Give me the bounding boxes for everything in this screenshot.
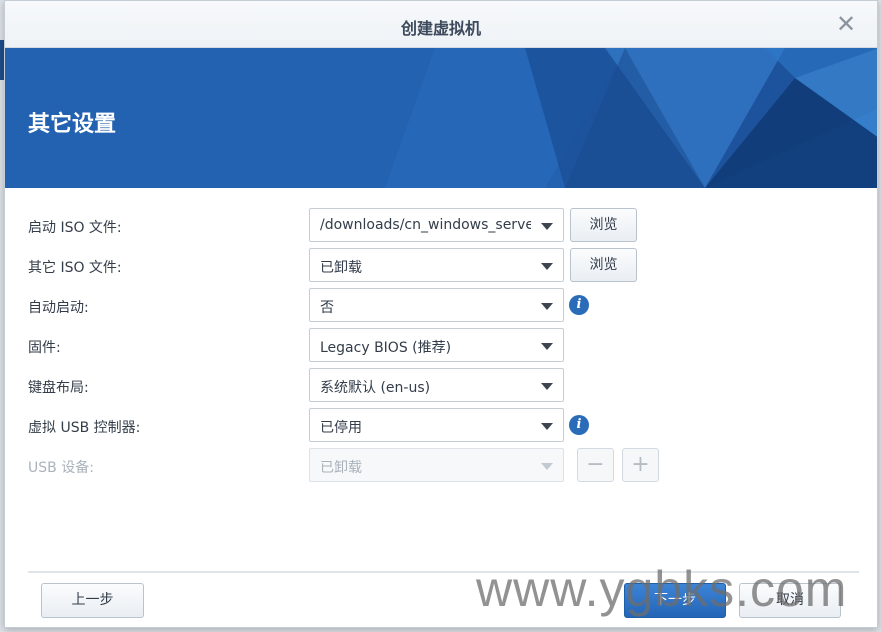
usb-controller-select[interactable]: 已停用 <box>309 408 564 442</box>
keyboard-layout-label: 键盘布局: <box>28 380 89 396</box>
chevron-down-icon <box>541 263 553 270</box>
other-iso-value: 已卸载 <box>320 260 362 276</box>
usb-controller-value: 已停用 <box>320 420 362 436</box>
boot-iso-browse-button[interactable]: 浏览 <box>570 208 637 242</box>
cancel-button[interactable]: 取消 <box>739 583 841 618</box>
section-banner: 其它设置 <box>5 48 877 188</box>
section-heading: 其它设置 <box>28 112 117 137</box>
row-boot-iso: 启动 ISO 文件: /downloads/cn_windows_server … <box>5 208 877 242</box>
row-usb-device: USB 设备: 已卸载 − + <box>5 448 877 482</box>
dialog-titlebar: 创建虚拟机 ✕ <box>5 1 877 48</box>
footer-divider <box>28 571 859 573</box>
boot-iso-value: /downloads/cn_windows_server <box>320 217 531 233</box>
usb-device-label: USB 设备: <box>28 460 94 476</box>
row-autostart: 自动启动: 否 i <box>5 288 877 322</box>
chevron-down-icon <box>541 423 553 430</box>
autostart-value: 否 <box>320 300 334 316</box>
row-other-iso: 其它 ISO 文件: 已卸载 浏览 <box>5 248 877 282</box>
banner-polygon-background <box>5 48 877 188</box>
keyboard-layout-value: 系统默认 (en-us) <box>320 380 431 396</box>
firmware-label: 固件: <box>28 340 61 356</box>
other-iso-label: 其它 ISO 文件: <box>28 260 122 276</box>
info-icon[interactable]: i <box>569 415 589 435</box>
autostart-select[interactable]: 否 <box>309 288 564 322</box>
previous-step-button[interactable]: 上一步 <box>41 583 144 618</box>
row-firmware: 固件: Legacy BIOS (推荐) <box>5 328 877 362</box>
info-icon[interactable]: i <box>569 295 589 315</box>
usb-device-select: 已卸载 <box>309 448 564 482</box>
usb-device-value: 已卸载 <box>320 460 362 476</box>
autostart-label: 自动启动: <box>28 300 89 316</box>
create-vm-dialog: 创建虚拟机 ✕ 其它设置 启动 ISO 文件: /downloads/cn_wi… <box>4 0 878 628</box>
add-usb-button: + <box>622 448 659 482</box>
chevron-down-icon <box>541 223 553 230</box>
other-iso-browse-button[interactable]: 浏览 <box>570 248 637 282</box>
chevron-down-icon <box>541 383 553 390</box>
boot-iso-label: 启动 ISO 文件: <box>28 220 122 236</box>
row-keyboard-layout: 键盘布局: 系统默认 (en-us) <box>5 368 877 402</box>
chevron-down-icon <box>541 463 553 470</box>
chevron-down-icon <box>541 303 553 310</box>
keyboard-layout-select[interactable]: 系统默认 (en-us) <box>309 368 564 402</box>
firmware-select[interactable]: Legacy BIOS (推荐) <box>309 328 564 362</box>
boot-iso-select[interactable]: /downloads/cn_windows_server <box>309 208 564 242</box>
dialog-title: 创建虚拟机 <box>400 19 481 38</box>
row-usb-controller: 虚拟 USB 控制器: 已停用 i <box>5 408 877 442</box>
other-iso-select[interactable]: 已卸载 <box>309 248 564 282</box>
firmware-value: Legacy BIOS (推荐) <box>320 340 452 356</box>
close-icon[interactable]: ✕ <box>833 11 859 37</box>
next-step-button[interactable]: 下一步 <box>624 583 726 618</box>
chevron-down-icon <box>541 343 553 350</box>
usb-controller-label: 虚拟 USB 控制器: <box>28 420 141 436</box>
remove-usb-button: − <box>577 448 614 482</box>
